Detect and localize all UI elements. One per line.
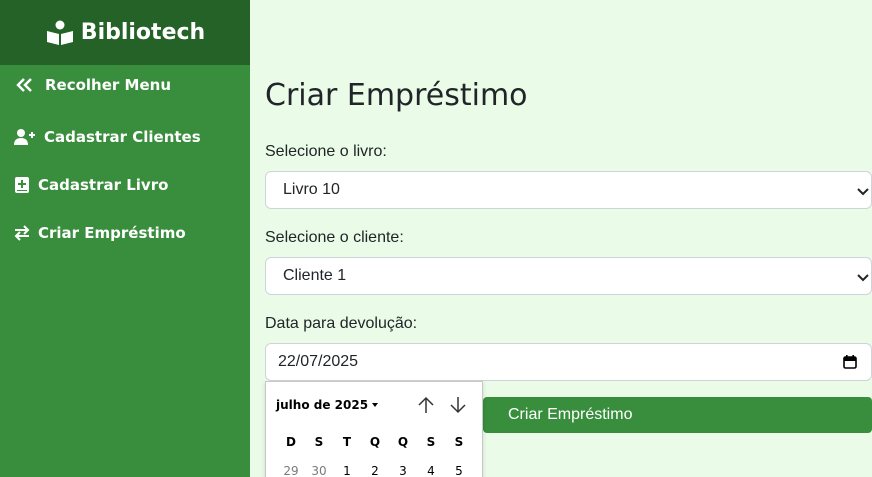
calendar-day[interactable]: 5 [447, 464, 471, 477]
calendar-icon[interactable] [843, 355, 857, 369]
sidebar-item-recolher-menu[interactable]: Recolher Menu [14, 76, 171, 94]
client-select-label: Selecione o cliente: [265, 229, 404, 246]
double-chevron-left-icon [14, 78, 36, 92]
calendar-day[interactable]: 2 [363, 464, 387, 477]
date-picker-popup: julho de 2025 D S T Q Q S S 29 30 1 2 3 … [265, 381, 483, 477]
weekday-header: S [454, 435, 464, 449]
arrow-up-icon[interactable] [416, 395, 436, 415]
weekday-header: T [342, 435, 352, 449]
user-plus-icon [14, 129, 36, 145]
book-select[interactable]: Livro 10 [265, 171, 872, 209]
sidebar-item-label: Cadastrar Livro [38, 176, 169, 194]
page-title: Criar Empréstimo [265, 78, 528, 113]
chevron-down-icon [857, 184, 869, 196]
brand-header[interactable]: Bibliotech [0, 0, 250, 65]
sidebar-item-criar-emprestimo[interactable]: Criar Empréstimo [14, 224, 186, 242]
book-select-label: Selecione o livro: [265, 143, 387, 160]
calendar-day[interactable]: 4 [419, 464, 443, 477]
calendar-day[interactable]: 29 [279, 464, 303, 477]
client-select[interactable]: Cliente 1 [265, 257, 872, 295]
sidebar-item-label: Criar Empréstimo [38, 224, 186, 242]
return-date-label: Data para devolução: [265, 315, 418, 332]
create-loan-button[interactable]: Criar Empréstimo [483, 397, 872, 433]
sidebar: Bibliotech Recolher Menu Cadastrar Clien… [0, 0, 250, 477]
calendar-day[interactable]: 30 [307, 464, 331, 477]
create-loan-button-label: Criar Empréstimo [508, 406, 633, 423]
book-plus-icon [14, 177, 30, 193]
return-date-input[interactable]: 22/07/2025 [265, 343, 872, 381]
book-reader-icon [45, 20, 75, 46]
weekday-header: S [426, 435, 436, 449]
arrow-down-icon[interactable] [448, 395, 468, 415]
sidebar-item-label: Cadastrar Clientes [44, 128, 201, 146]
weekday-header: S [314, 435, 324, 449]
calendar-day[interactable]: 3 [391, 464, 415, 477]
sidebar-item-cadastrar-livro[interactable]: Cadastrar Livro [14, 176, 168, 194]
weekday-header: D [286, 435, 296, 449]
month-year-selector[interactable]: julho de 2025 [276, 398, 379, 412]
return-date-value: 22/07/2025 [278, 353, 359, 370]
book-select-value: Livro 10 [283, 181, 340, 198]
chevron-down-icon [857, 270, 869, 282]
client-select-value: Cliente 1 [283, 267, 347, 284]
month-year-label: julho de 2025 [276, 398, 369, 412]
sidebar-item-cadastrar-clientes[interactable]: Cadastrar Clientes [14, 128, 201, 146]
sidebar-item-label: Recolher Menu [45, 76, 171, 94]
calendar-day[interactable]: 1 [335, 464, 359, 477]
caret-down-icon [372, 403, 379, 407]
weekday-header: Q [397, 435, 409, 449]
exchange-arrows-icon [14, 225, 30, 241]
brand-name: Bibliotech [80, 20, 206, 45]
weekday-header: Q [369, 435, 381, 449]
